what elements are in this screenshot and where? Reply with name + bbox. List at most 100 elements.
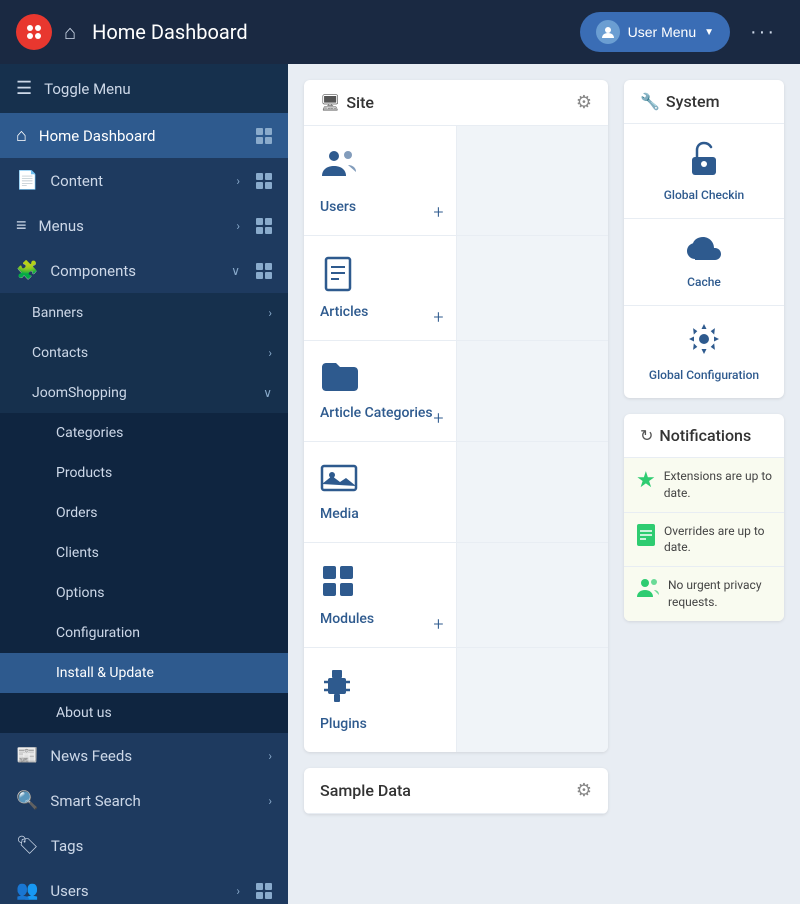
chevron-right-icon: › — [268, 794, 272, 808]
tile-article-categories-add-icon[interactable]: + — [433, 408, 443, 429]
topbar: ⌂ Home Dashboard User Menu ▼ ··· — [0, 0, 800, 64]
sidebar-item-label: Menus — [39, 217, 84, 235]
tile-placeholder-5 — [457, 543, 609, 647]
users-grid-icon — [256, 883, 272, 899]
notifications-title-group: ↻ Notifications — [640, 426, 751, 445]
joomla-logo — [16, 14, 52, 50]
sidebar-item-toggle-menu[interactable]: ☰ Toggle Menu — [0, 64, 288, 113]
sidebar-item-banners[interactable]: Banners › — [0, 293, 288, 333]
sidebar-item-label: About us — [56, 705, 112, 721]
sidebar-item-products[interactable]: Products — [0, 453, 288, 493]
joomshopping-submenu: Categories Products Orders Clients Optio… — [0, 413, 288, 733]
sidebar-item-content[interactable]: 📄 Content › — [0, 158, 288, 203]
more-options-button[interactable]: ··· — [742, 13, 784, 52]
sidebar-item-orders[interactable]: Orders — [0, 493, 288, 533]
tile-media[interactable]: Media — [304, 442, 457, 542]
notif-item-extensions: ★ Extensions are up to date. — [624, 458, 784, 513]
site-panel-title-group: 🖥 Site — [320, 93, 374, 112]
sidebar-item-configuration[interactable]: Configuration — [0, 613, 288, 653]
components-submenu: Banners › Contacts › JoomShopping ∨ Cate… — [0, 293, 288, 733]
system-tile-cache[interactable]: Cache — [624, 219, 784, 306]
system-tile-global-checkin[interactable]: Global Checkin — [624, 124, 784, 219]
sidebar-item-menus[interactable]: ≡ Menus › — [0, 203, 288, 248]
site-settings-icon[interactable]: ⚙ — [576, 92, 592, 113]
home-topbar-icon: ⌂ — [64, 20, 76, 45]
tile-placeholder-2 — [457, 236, 609, 340]
sidebar-item-about-us[interactable]: About us — [0, 693, 288, 733]
tile-articles[interactable]: Articles + — [304, 236, 457, 340]
sidebar-item-label: JoomShopping — [32, 385, 127, 401]
home-dashboard-grid-icon — [256, 128, 272, 144]
sidebar-item-install-update[interactable]: Install & Update — [0, 653, 288, 693]
site-tiles-grid: Users + — [304, 126, 608, 752]
tile-modules-label: Modules — [320, 611, 374, 627]
tile-modules[interactable]: Modules + — [304, 543, 457, 647]
tile-placeholder-3 — [457, 341, 609, 441]
chevron-right-icon: › — [236, 174, 240, 188]
sample-data-title: Sample Data — [320, 781, 411, 800]
tile-article-categories[interactable]: Article Categories + — [304, 341, 457, 441]
system-panel-title: System — [666, 92, 720, 111]
sample-data-settings-icon[interactable]: ⚙ — [576, 780, 592, 801]
sidebar-item-joomshopping[interactable]: JoomShopping ∨ — [0, 373, 288, 413]
chevron-down-icon: ∨ — [263, 386, 272, 400]
notif-privacy-text: No urgent privacy requests. — [668, 577, 772, 611]
sidebar-item-label: Install & Update — [56, 665, 154, 681]
sidebar-item-label: Contacts — [32, 345, 88, 361]
news-icon: 📰 — [16, 745, 38, 766]
sidebar-item-label: Content — [50, 172, 103, 190]
tile-article-categories-label: Article Categories — [320, 405, 433, 421]
sidebar-item-label: Products — [56, 465, 112, 481]
users-icon: 👥 — [16, 880, 38, 901]
sidebar-item-clients[interactable]: Clients — [0, 533, 288, 573]
chevron-right-icon: › — [268, 346, 272, 360]
user-avatar — [596, 20, 620, 44]
sidebar-item-tags[interactable]: 🏷 Tags — [0, 823, 288, 868]
tile-placeholder-1 — [457, 126, 609, 235]
star-icon: ★ — [636, 468, 656, 493]
cloud-icon — [685, 235, 723, 267]
system-panel: 🔧 System Global Checkin — [624, 80, 784, 398]
search-icon: 🔍 — [16, 790, 38, 811]
chevron-right-icon: › — [236, 219, 240, 233]
lock-open-icon — [689, 140, 719, 180]
tile-plugins-label: Plugins — [320, 716, 367, 732]
sidebar-item-categories[interactable]: Categories — [0, 413, 288, 453]
right-panel: 🔧 System Global Checkin — [624, 80, 784, 888]
content-grid-icon — [256, 173, 272, 189]
sidebar-item-smart-search[interactable]: 🔍 Smart Search › — [0, 778, 288, 823]
modules-tile-icon — [320, 563, 356, 603]
sample-data-title-group: Sample Data — [320, 781, 411, 800]
tile-articles-add-icon[interactable]: + — [433, 307, 443, 328]
sidebar: ☰ Toggle Menu ⌂ Home Dashboard 📄 Content… — [0, 64, 288, 904]
global-checkin-label: Global Checkin — [664, 188, 744, 202]
sidebar-item-users[interactable]: 👥 Users › — [0, 868, 288, 904]
wrench-panel-icon: 🔧 — [640, 92, 660, 111]
notifications-list: ★ Extensions are up to date. — [624, 458, 784, 621]
tile-users[interactable]: Users + — [304, 126, 457, 235]
system-tile-global-configuration[interactable]: Global Configuration — [624, 306, 784, 398]
notif-item-overrides: Overrides are up to date. — [624, 513, 784, 568]
sidebar-item-options[interactable]: Options — [0, 573, 288, 613]
components-grid-icon — [256, 263, 272, 279]
sidebar-item-components[interactable]: 🧩 Components ∨ — [0, 248, 288, 293]
sidebar-item-news-feeds[interactable]: 📰 News Feeds › — [0, 733, 288, 778]
tile-modules-add-icon[interactable]: + — [433, 614, 443, 635]
articles-tile-icon — [320, 256, 356, 296]
sidebar-item-contacts[interactable]: Contacts › — [0, 333, 288, 373]
notifications-panel-header: ↻ Notifications — [624, 414, 784, 458]
users-tile-icon — [320, 146, 360, 191]
user-menu-label: User Menu — [628, 24, 696, 40]
content-icon: 📄 — [16, 170, 38, 191]
notifications-title: Notifications — [659, 426, 751, 445]
sample-data-panel-header: Sample Data ⚙ — [304, 768, 608, 814]
tile-plugins[interactable]: Plugins — [304, 648, 457, 752]
sidebar-item-home-dashboard[interactable]: ⌂ Home Dashboard — [0, 113, 288, 158]
tile-placeholder-4 — [457, 442, 609, 542]
tile-users-add-icon[interactable]: + — [433, 202, 443, 223]
user-menu-button[interactable]: User Menu ▼ — [580, 12, 730, 52]
sidebar-item-label: News Feeds — [50, 747, 132, 765]
tile-media-label: Media — [320, 506, 359, 522]
notif-extensions-text: Extensions are up to date. — [664, 468, 772, 502]
tag-icon: 🏷 — [16, 835, 39, 856]
